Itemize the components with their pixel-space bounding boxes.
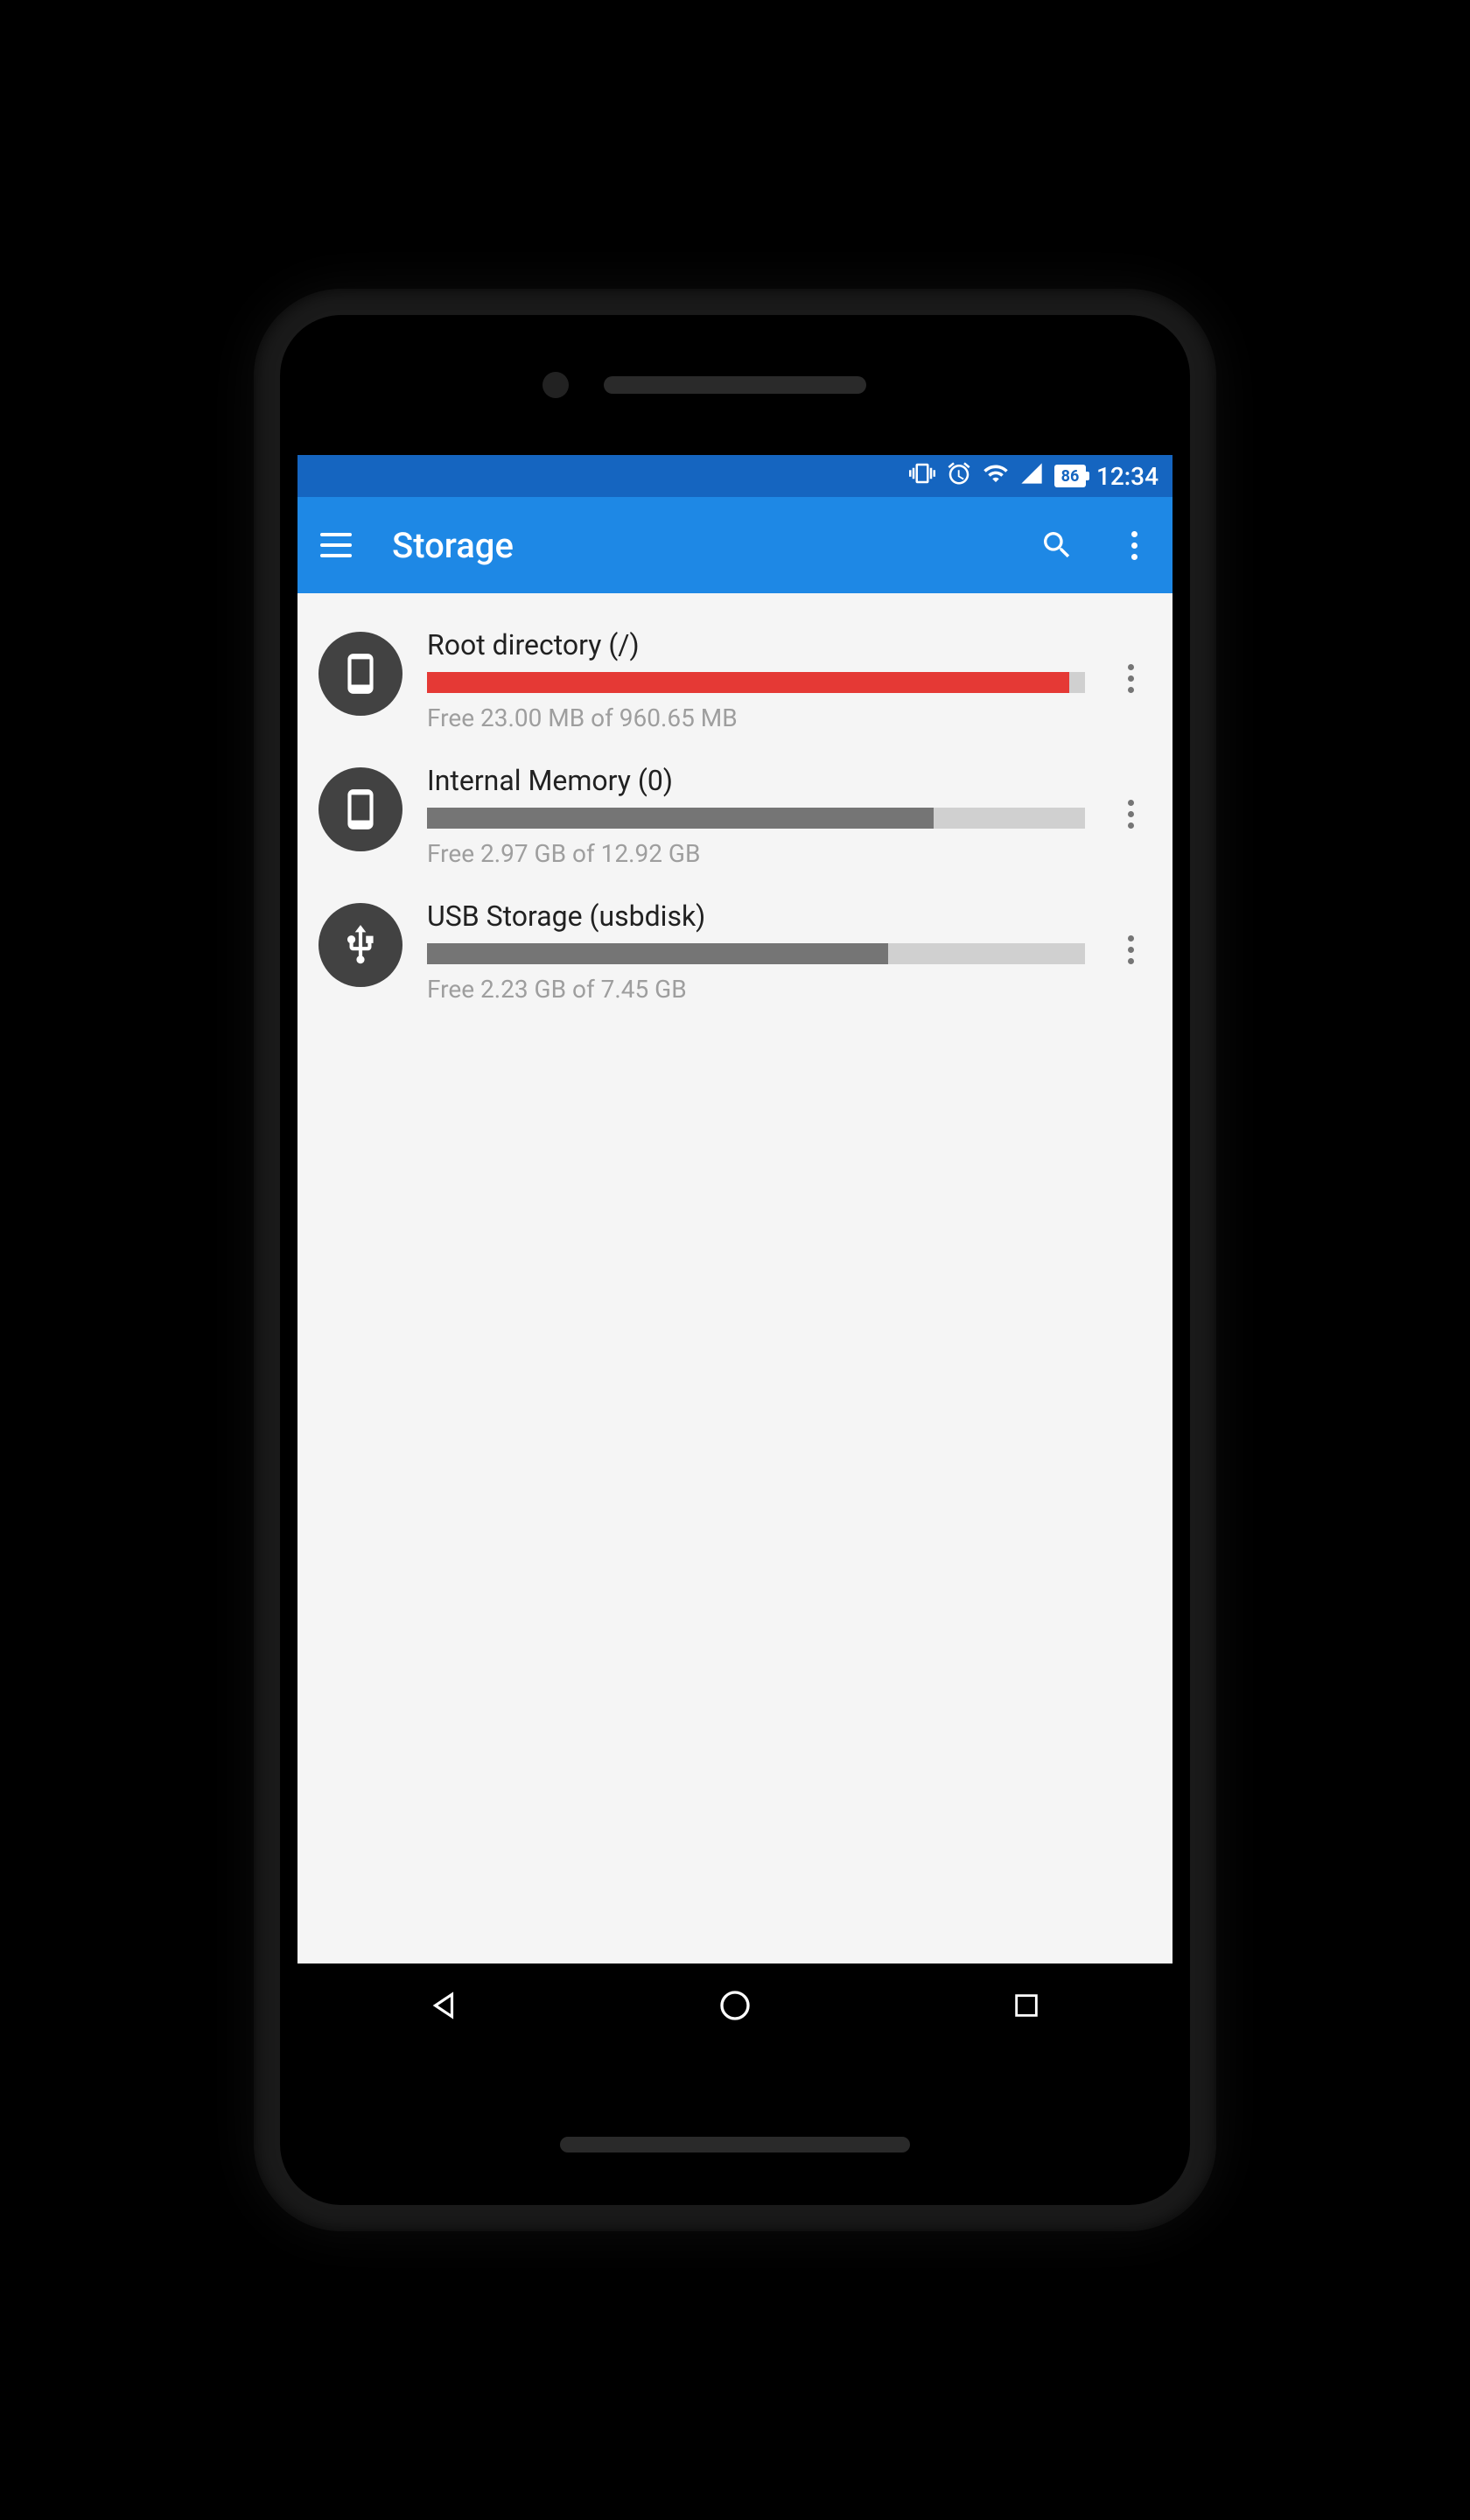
phone-speaker-top [604, 376, 866, 394]
storage-title: Root directory (/) [427, 628, 1085, 662]
storage-body: USB Storage (usbdisk) Free 2.23 GB of 7.… [427, 896, 1085, 1004]
overflow-button[interactable] [1113, 524, 1155, 566]
app-bar: Storage [298, 497, 1172, 593]
progress-fill [427, 808, 934, 829]
signal-icon [1019, 461, 1044, 492]
more-vert-icon [1128, 664, 1134, 693]
home-icon [718, 1988, 752, 2023]
phone-icon [318, 632, 402, 716]
status-bar: 86 12:34 [298, 455, 1172, 497]
recents-icon [1012, 1991, 1041, 2020]
vibrate-icon [909, 460, 935, 493]
item-overflow-button[interactable] [1110, 800, 1152, 829]
progress-bar [427, 672, 1085, 693]
storage-item-internal[interactable]: Internal Memory (0) Free 2.97 GB of 12.9… [298, 746, 1172, 882]
search-button[interactable] [1036, 524, 1078, 566]
screen: 86 12:34 Storage [298, 455, 1172, 2048]
more-vert-icon [1128, 935, 1134, 964]
progress-bar [427, 943, 1085, 964]
item-overflow-button[interactable] [1110, 664, 1152, 693]
storage-body: Root directory (/) Free 23.00 MB of 960.… [427, 625, 1085, 732]
storage-free-text: Free 23.00 MB of 960.65 MB [427, 704, 1085, 732]
storage-free-text: Free 2.23 GB of 7.45 GB [427, 975, 1085, 1004]
item-overflow-button[interactable] [1110, 935, 1152, 964]
status-time: 12:34 [1096, 462, 1158, 491]
phone-frame: 86 12:34 Storage [254, 289, 1216, 2231]
battery-icon: 86 [1054, 465, 1086, 487]
storage-list: Root directory (/) Free 23.00 MB of 960.… [298, 593, 1172, 1964]
page-title: Storage [392, 525, 1001, 566]
hamburger-icon [320, 533, 352, 557]
phone-icon [318, 767, 402, 851]
progress-fill [427, 943, 888, 964]
storage-body: Internal Memory (0) Free 2.97 GB of 12.9… [427, 760, 1085, 868]
progress-bar [427, 808, 1085, 829]
recents-button[interactable] [1000, 1979, 1053, 2032]
phone-speaker-bottom [560, 2137, 910, 2152]
progress-fill [427, 672, 1069, 693]
storage-item-root[interactable]: Root directory (/) Free 23.00 MB of 960.… [298, 611, 1172, 746]
phone-camera [542, 372, 569, 398]
usb-icon [318, 903, 402, 987]
search-icon [1040, 528, 1074, 563]
alarm-icon [946, 460, 972, 493]
menu-button[interactable] [315, 524, 357, 566]
back-icon [427, 1989, 460, 2022]
storage-title: Internal Memory (0) [427, 764, 1085, 797]
navigation-bar [298, 1964, 1172, 2048]
back-button[interactable] [417, 1979, 470, 2032]
phone-bezel: 86 12:34 Storage [280, 315, 1190, 2205]
home-button[interactable] [709, 1979, 761, 2032]
storage-item-usb[interactable]: USB Storage (usbdisk) Free 2.23 GB of 7.… [298, 882, 1172, 1018]
more-vert-icon [1128, 800, 1134, 829]
storage-free-text: Free 2.97 GB of 12.92 GB [427, 839, 1085, 868]
more-vert-icon [1131, 531, 1138, 560]
wifi-icon [983, 460, 1009, 493]
storage-title: USB Storage (usbdisk) [427, 900, 1085, 933]
